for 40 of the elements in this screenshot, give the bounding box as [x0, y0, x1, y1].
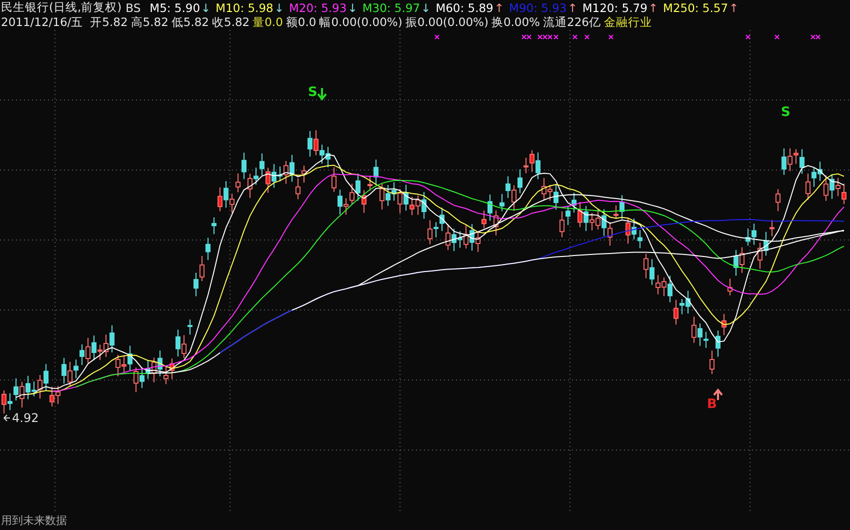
quote-stat: 流通226亿	[543, 15, 601, 30]
trend-arrow: ↓	[274, 0, 284, 14]
quote-stat: 高5.82	[130, 15, 168, 30]
down-arrow-icon	[317, 87, 327, 101]
stock-title: 民生银行(日线,前复权)	[1, 0, 122, 15]
quote-stat: 收5.82	[212, 15, 250, 30]
quote-stat: 量0.0	[252, 15, 283, 30]
signal-letter: B	[707, 397, 717, 412]
signal-letter: S	[781, 105, 790, 120]
future-data-note: 用到未来数据	[1, 513, 67, 528]
quote-stat: 开5.82	[90, 15, 128, 30]
candlestick	[212, 216, 216, 235]
date-text: 2011/12/16/五	[1, 15, 84, 30]
sector-text: 金融行业	[604, 15, 652, 30]
candlestick	[776, 188, 780, 212]
moving-average-value: M250: 5.57	[663, 0, 728, 14]
trend-arrow: ↑	[494, 0, 504, 14]
quote-stat: 换0.00%	[491, 15, 540, 30]
moving-average-value: M30: 5.97	[362, 0, 420, 14]
quote-stat: 额0.0	[286, 15, 316, 30]
candlestick	[728, 278, 732, 296]
trend-arrow: ↓	[201, 0, 211, 14]
trend-arrow: ↑	[729, 0, 739, 14]
moving-average-value: M90: 5.93	[509, 0, 567, 14]
indicator-name: BS	[126, 0, 141, 14]
trend-arrow: ↓	[421, 0, 431, 14]
moving-average-value: M20: 5.93	[289, 0, 347, 14]
quote-stat: 低5.82	[171, 15, 209, 30]
quote-stat: 幅0.00(0.00%)	[319, 15, 402, 30]
moving-average-value: M120: 5.79	[582, 0, 648, 14]
left-arrow-icon	[4, 414, 10, 422]
quote-stat: 振0.00(0.00%)	[405, 15, 488, 30]
trend-arrow: ↓	[348, 0, 358, 14]
low-price-label: 4.92	[12, 411, 39, 425]
moving-average-value: M10: 5.98	[216, 0, 274, 14]
trend-arrow: ↑	[648, 0, 658, 14]
trend-arrow: ↑	[568, 0, 578, 14]
moving-average-value: M60: 5.89	[436, 0, 494, 14]
moving-average-value: M5: 5.90	[150, 0, 200, 14]
signal-letter: S	[308, 85, 318, 100]
